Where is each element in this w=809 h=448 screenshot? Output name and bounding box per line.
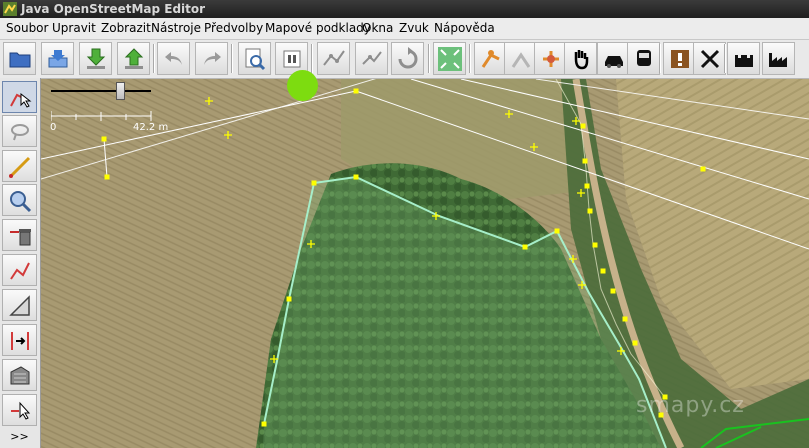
refresh-icon <box>398 47 418 69</box>
zoom-fit-icon <box>438 47 462 71</box>
factory-button[interactable] <box>762 42 795 75</box>
node-icon <box>543 51 559 67</box>
split-way-mode-button[interactable] <box>2 324 37 356</box>
select-mode-button[interactable] <box>2 81 37 113</box>
bus-icon <box>637 50 651 66</box>
more-tools-button[interactable]: >> <box>2 428 37 446</box>
combine-way-icon <box>362 51 382 65</box>
pointer-hand-icon <box>11 401 31 420</box>
castle-button[interactable] <box>727 42 760 75</box>
building-mode-button[interactable] <box>2 359 37 391</box>
building-icon <box>10 366 30 385</box>
josm-app-icon <box>3 2 17 16</box>
window-title: Java OpenStreetMap Editor <box>21 2 206 16</box>
menu-preferences[interactable]: Předvolby <box>204 18 263 39</box>
crossing-button[interactable] <box>693 42 726 75</box>
track-icon <box>511 52 531 68</box>
split-way-icon <box>11 332 29 350</box>
open-location-button[interactable] <box>41 42 74 75</box>
zoom-to-fit-button[interactable] <box>433 42 466 75</box>
map-watermark: smapy.cz <box>636 393 745 418</box>
menu-help[interactable]: Nápověda <box>434 18 495 39</box>
car-button[interactable] <box>597 42 630 75</box>
toolbar-separator <box>659 44 661 73</box>
menu-imagery[interactable]: Mapové podklady <box>265 18 371 39</box>
track-button[interactable] <box>504 42 537 75</box>
lasso-icon <box>11 124 29 141</box>
select-mode-icon <box>10 92 32 108</box>
lasso-mode-button[interactable] <box>2 115 37 147</box>
pedestrian-button[interactable] <box>474 42 507 75</box>
menu-audio[interactable]: Zvuk <box>399 18 429 39</box>
split-way-button[interactable] <box>317 42 350 75</box>
toolbar-separator <box>231 44 233 73</box>
hand-button[interactable] <box>564 42 597 75</box>
upload-icon <box>124 48 144 69</box>
download-icon <box>86 48 106 69</box>
triangle-ruler-icon <box>9 295 30 316</box>
hand-icon <box>574 50 589 70</box>
title-bar: Java OpenStreetMap Editor <box>0 0 809 18</box>
open-file-button[interactable] <box>3 42 36 75</box>
zoom-icon <box>10 191 32 213</box>
redo-button[interactable] <box>195 42 228 75</box>
redo-icon <box>204 52 221 65</box>
crossing-icon <box>700 49 720 69</box>
toolbar-separator <box>311 44 313 73</box>
combine-way-button[interactable] <box>355 42 388 75</box>
walker-icon <box>481 50 500 68</box>
magnifier-page-icon <box>245 48 266 71</box>
undo-button[interactable] <box>157 42 190 75</box>
zoom-slider-track[interactable] <box>51 90 151 92</box>
toolbar-separator <box>724 44 726 73</box>
warning-button[interactable] <box>663 42 696 75</box>
mouse-cursor-indicator <box>287 70 318 101</box>
menu-edit[interactable]: Upravit <box>52 18 96 39</box>
draw-mode-button[interactable] <box>2 150 37 182</box>
measure-mode-button[interactable] <box>2 289 37 321</box>
menu-file[interactable]: Soubor <box>6 18 48 39</box>
bus-button[interactable] <box>627 42 660 75</box>
undo-icon <box>165 52 182 65</box>
delete-icon <box>10 229 31 246</box>
toolbar <box>0 40 809 79</box>
sliders-icon <box>283 50 301 68</box>
combine-way-mode-button[interactable] <box>2 254 37 286</box>
refresh-button[interactable] <box>391 42 424 75</box>
upload-button[interactable] <box>117 42 150 75</box>
factory-icon <box>769 53 787 67</box>
scale-end-label: 42.2 m <box>133 122 169 133</box>
menu-windows[interactable]: Okna <box>362 18 393 39</box>
mode-sidebar: >> <box>0 78 41 448</box>
combine-way-icon <box>10 262 30 280</box>
menu-bar: Soubor Upravit Zobrazit Nástroje Předvol… <box>0 18 809 40</box>
pointer-mode-button[interactable] <box>2 394 37 426</box>
node-button[interactable] <box>534 42 567 75</box>
warning-icon <box>671 50 689 68</box>
castle-icon <box>735 55 753 67</box>
menu-tools[interactable]: Nástroje <box>151 18 201 39</box>
toolbar-separator <box>428 44 430 73</box>
toolbar-separator <box>469 44 471 73</box>
car-icon <box>605 56 623 68</box>
download-button[interactable] <box>79 42 112 75</box>
download-location-icon <box>48 50 68 68</box>
folder-icon <box>9 52 31 68</box>
draw-line-icon <box>9 156 31 178</box>
delete-mode-button[interactable] <box>2 219 37 251</box>
menu-view[interactable]: Zobrazit <box>101 18 151 39</box>
scale-start-label: 0 <box>50 122 57 133</box>
scale-bar <box>51 111 152 121</box>
split-way-icon <box>323 50 345 66</box>
zoom-mode-button[interactable] <box>2 184 37 216</box>
toolbar-separator <box>153 44 155 73</box>
preferences-button[interactable] <box>238 42 271 75</box>
zoom-slider-knob[interactable] <box>116 82 125 100</box>
